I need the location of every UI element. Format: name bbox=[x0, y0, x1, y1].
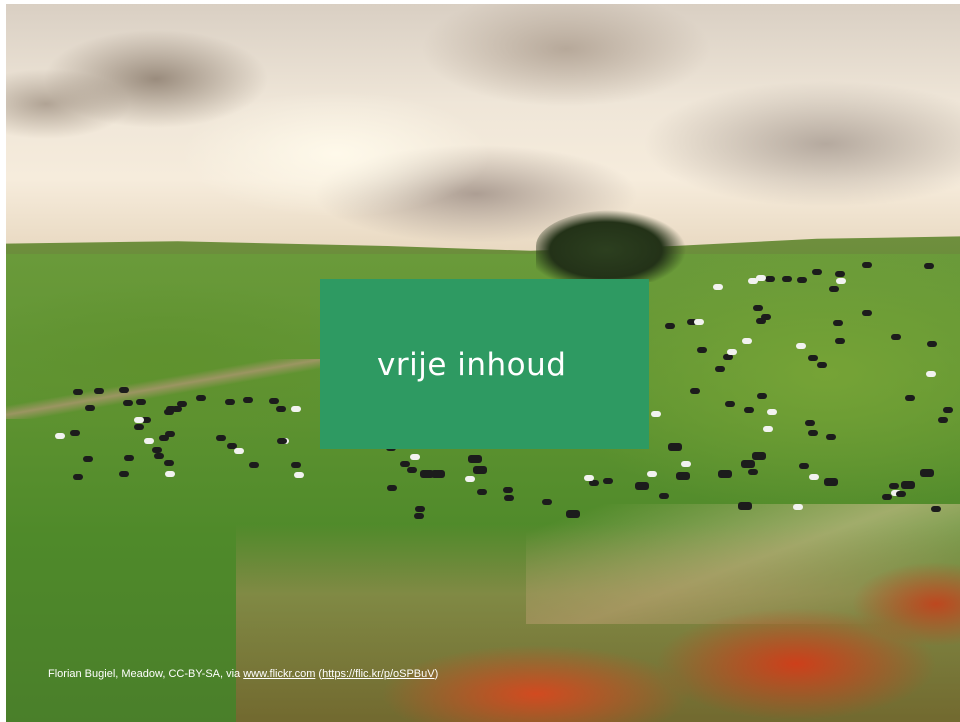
flickr-link[interactable]: www.flickr.com bbox=[243, 668, 315, 680]
short-link[interactable]: https://flic.kr/p/oSPBuV bbox=[322, 668, 435, 680]
photo-credit: Florian Bugiel, Meadow, CC-BY-SA, via ww… bbox=[48, 667, 438, 681]
credit-close-paren: ) bbox=[434, 668, 439, 680]
credit-text: Florian Bugiel, Meadow, CC-BY-SA, via bbox=[48, 668, 244, 680]
slide-title: vrije inhoud bbox=[377, 347, 567, 383]
slide: vrije inhoud Florian Bugiel, Meadow, CC-… bbox=[0, 0, 960, 722]
